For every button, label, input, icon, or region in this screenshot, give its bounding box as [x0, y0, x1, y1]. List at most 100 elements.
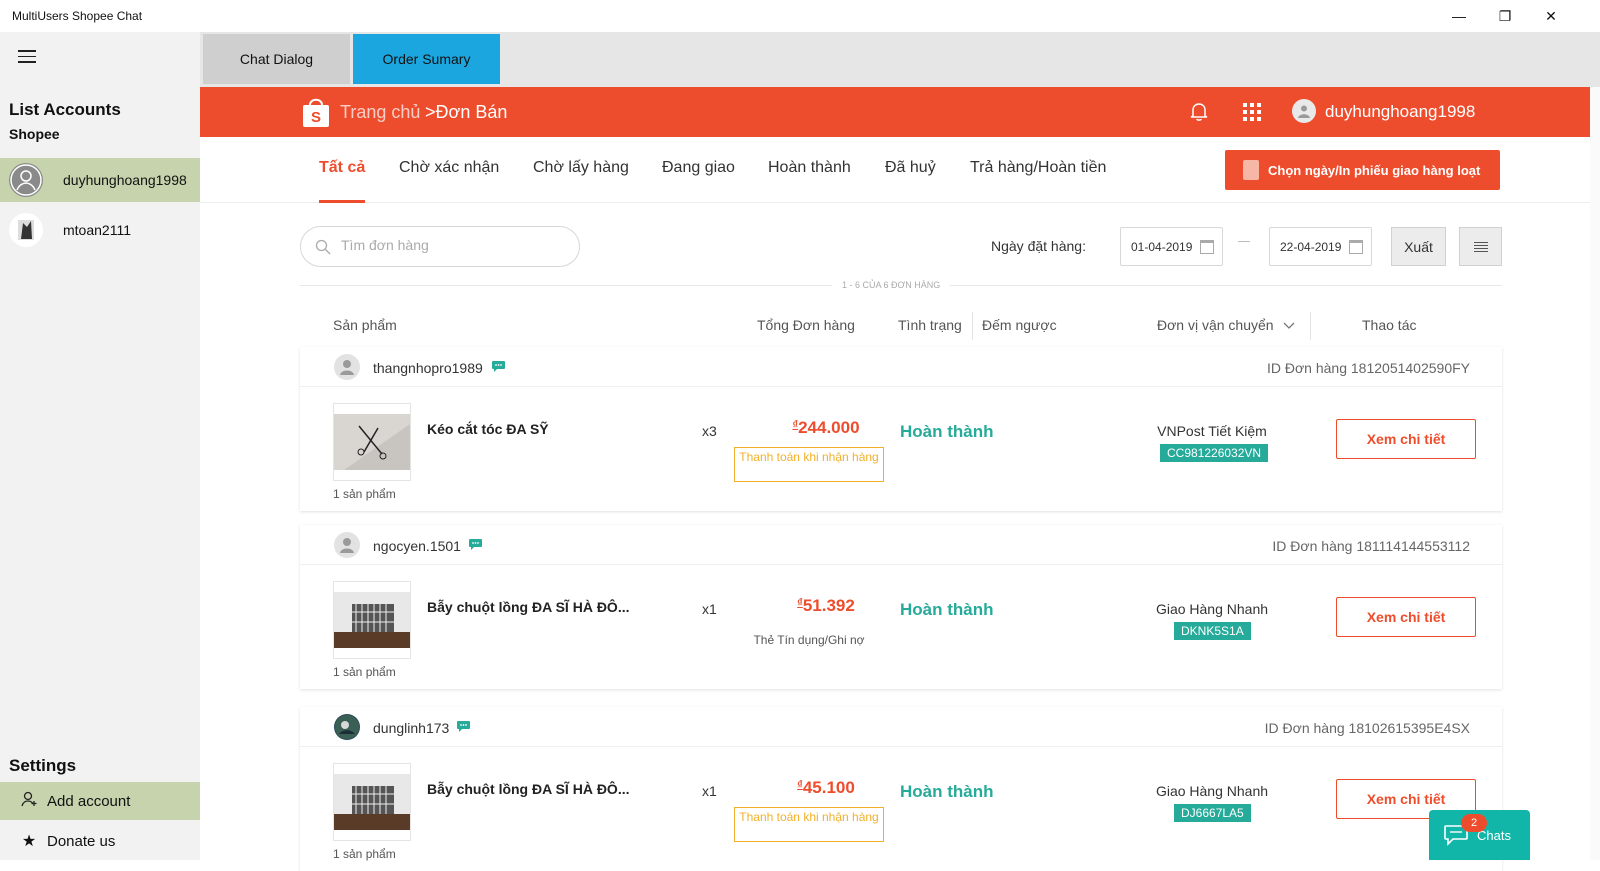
date-from-field[interactable]: 01-04-2019 — [1120, 227, 1223, 266]
payment-method-badge: Thanh toán khi nhận hàng — [734, 807, 884, 842]
add-account-label: Add account — [47, 792, 131, 810]
buyer-name[interactable]: thangnhopro1989 — [373, 360, 483, 376]
buyer-name[interactable]: dunglinh173 — [373, 720, 449, 736]
status-tab-pending[interactable]: Chờ xác nhận — [399, 159, 499, 203]
order-status: Hoàn thành — [900, 600, 994, 619]
product-thumbnail[interactable] — [333, 403, 411, 481]
list-accounts-heading: List Accounts — [9, 100, 121, 119]
calendar-icon[interactable] — [1200, 240, 1214, 254]
search-icon — [315, 239, 331, 255]
order-date-label: Ngày đặt hàng: — [991, 238, 1086, 254]
order-status-tabs: Tất cả Chờ xác nhận Chờ lấy hàng Đang gi… — [200, 137, 1600, 203]
minimize-button[interactable]: — — [1436, 0, 1482, 32]
settings-heading: Settings — [9, 756, 77, 775]
breadcrumb-home[interactable]: Trang chủ — [340, 102, 420, 123]
status-tab-to-ship[interactable]: Chờ lấy hàng — [533, 159, 629, 203]
status-tab-completed[interactable]: Hoàn thành — [768, 159, 851, 203]
order-card-header: ngocyen.1501 ID Đơn hàng 181114144553112 — [300, 525, 1502, 565]
window-title: MultiUsers Shopee Chat — [12, 9, 143, 23]
user-avatar-icon[interactable] — [1292, 99, 1316, 123]
order-search-box — [300, 226, 580, 267]
list-icon — [1473, 240, 1488, 254]
product-count: 1 sản phẩm — [333, 665, 396, 679]
order-id: ID Đơn hàng 181114144553112 — [1272, 538, 1470, 554]
scissors-product-image — [334, 414, 410, 470]
product-thumbnail[interactable] — [333, 581, 411, 659]
order-status: Hoàn thành — [900, 422, 994, 441]
list-view-button[interactable] — [1459, 227, 1502, 266]
order-card-header: thangnhopro1989 ID Đơn hàng 181205140259… — [300, 347, 1502, 387]
buyer-name[interactable]: ngocyen.1501 — [373, 538, 461, 554]
tracking-number: CC981226032VN — [1160, 444, 1269, 462]
status-tab-cancelled[interactable]: Đã huỷ — [885, 159, 936, 203]
add-user-icon — [19, 790, 39, 813]
account-name: duyhunghoang1998 — [63, 172, 187, 188]
search-input[interactable] — [341, 237, 561, 253]
breadcrumb-current: >Đơn Bán — [425, 102, 508, 122]
status-tab-returns[interactable]: Trả hàng/Hoàn tiền — [970, 159, 1106, 203]
close-button[interactable]: ✕ — [1528, 0, 1574, 32]
shipping-carrier: Giao Hàng Nhanh — [1155, 783, 1269, 799]
star-icon: ★ — [21, 833, 37, 850]
order-id: ID Đơn hàng 18102615395E4SX — [1264, 720, 1470, 736]
chats-button[interactable]: 2 Chats — [1429, 810, 1530, 860]
bulk-print-button[interactable]: Chọn ngày/In phiếu giao hàng loạt — [1225, 150, 1500, 190]
shipping-carrier: VNPost Tiết Kiệm — [1157, 423, 1267, 439]
product-name[interactable]: Kéo cắt tóc ĐA SỸ — [427, 421, 549, 437]
order-total-value: 45.100 — [802, 778, 855, 797]
add-account-button[interactable]: Add account — [0, 782, 200, 820]
account-item-mtoan2111[interactable]: mtoan2111 — [0, 208, 200, 252]
shipping-carrier: Giao Hàng Nhanh — [1155, 601, 1269, 617]
shopee-bag-icon[interactable]: S — [301, 96, 331, 128]
chat-bubble-icon[interactable] — [456, 720, 471, 733]
calendar-icon[interactable] — [1349, 240, 1363, 254]
order-card-header: dunglinh173 ID Đơn hàng 18102615395E4SX — [300, 707, 1502, 747]
shopee-header: S Trang chủ >Đơn Bán duyhunghoang1998 — [200, 87, 1600, 137]
tab-chat-dialog[interactable]: Chat Dialog — [203, 34, 350, 84]
tracking-number: DKNK5S1A — [1174, 622, 1251, 640]
chat-bubble-icon[interactable] — [468, 538, 483, 551]
tab-order-summary[interactable]: Order Sumary — [353, 34, 500, 84]
order-total-value: 244.000 — [798, 418, 860, 437]
donate-button[interactable]: ★ Donate us — [0, 822, 200, 860]
product-thumbnail[interactable] — [333, 763, 411, 841]
column-header-countdown: Đếm ngược — [982, 317, 1057, 333]
donate-label: Donate us — [47, 832, 116, 850]
status-tab-all[interactable]: Tất cả — [319, 159, 366, 203]
buyer-avatar — [334, 354, 360, 380]
payment-method-text: Thẻ Tín dụng/Ghi nợ — [753, 633, 865, 647]
order-total: ₫51.392 — [766, 596, 886, 616]
maximize-button[interactable]: ❐ — [1482, 0, 1528, 32]
account-item-duyhunghoang1998[interactable]: duyhunghoang1998 — [0, 158, 200, 202]
product-quantity: x1 — [702, 783, 717, 799]
order-status: Hoàn thành — [900, 782, 994, 801]
tab-strip: Chat Dialog Order Sumary — [200, 32, 1600, 87]
view-details-button[interactable]: Xem chi tiết — [1336, 597, 1476, 637]
column-header-total: Tổng Đơn hàng — [757, 317, 855, 333]
column-header-product: Sản phẩm — [333, 317, 397, 333]
notification-bell-icon[interactable] — [1188, 100, 1210, 122]
column-header-carrier[interactable]: Đơn vị vận chuyển — [1157, 317, 1295, 333]
sidebar: List Accounts Shopee duyhunghoang1998 mt… — [0, 32, 200, 860]
view-details-button[interactable]: Xem chi tiết — [1336, 419, 1476, 459]
header-username[interactable]: duyhunghoang1998 — [1325, 102, 1475, 122]
buyer-avatar — [334, 532, 360, 558]
avatar — [9, 213, 43, 247]
account-name: mtoan2111 — [63, 222, 131, 238]
export-button[interactable]: Xuất — [1391, 227, 1446, 266]
product-name[interactable]: Bẫy chuột lồng ĐA SĨ HÀ ĐÔ... — [427, 781, 630, 797]
order-count: 1 - 6 CỦA 6 ĐƠN HÀNG — [832, 280, 951, 290]
page-scrollbar[interactable] — [1590, 87, 1600, 860]
hamburger-menu-icon[interactable] — [18, 50, 36, 64]
apps-grid-icon[interactable] — [1243, 103, 1261, 121]
user-icon — [10, 164, 42, 196]
svg-text:S: S — [311, 109, 321, 126]
date-to-field[interactable]: 22-04-2019 — [1269, 227, 1372, 266]
order-card: dunglinh173 ID Đơn hàng 18102615395E4SX … — [300, 707, 1502, 871]
chat-bubble-icon[interactable] — [491, 360, 506, 373]
avatar — [9, 163, 43, 197]
column-header-status: Tình trạng — [898, 317, 962, 333]
product-name[interactable]: Bẫy chuột lồng ĐA SĨ HÀ ĐÔ... — [427, 599, 630, 615]
status-tab-shipping[interactable]: Đang giao — [662, 159, 735, 203]
buyer-avatar — [334, 714, 360, 740]
